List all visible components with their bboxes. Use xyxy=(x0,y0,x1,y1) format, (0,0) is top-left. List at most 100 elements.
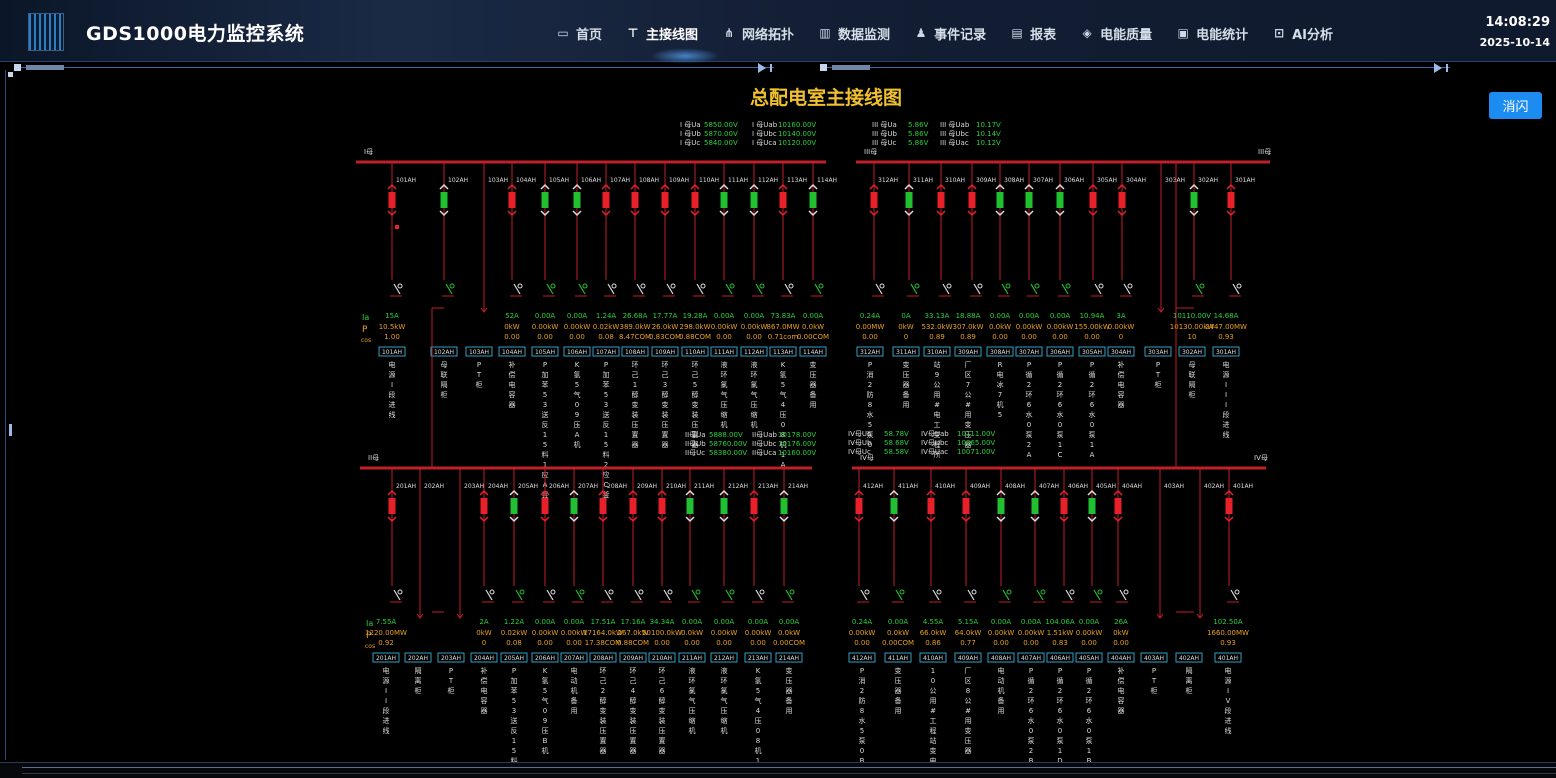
feeder-name-char: 偿 xyxy=(481,676,488,685)
feeder-cos: 0.71com xyxy=(768,333,799,341)
feeder-id-label: 103AH xyxy=(469,349,489,356)
feeder-name-char: 用 xyxy=(786,707,793,715)
top-header: GDS1000电力监控系统 ▭ 首页 ⊤ 主接线图 ⋔ 网络拓扑 ▥ 数据监测 ♟ 事件记录 ▤ 报表… xyxy=(0,0,1556,64)
feeder-name-char: 氢 xyxy=(542,676,549,685)
feeder-name-char: 柜 xyxy=(441,390,448,399)
nav-item-4[interactable]: ♟ 事件记录 xyxy=(914,22,986,44)
feeder-id: 113AH xyxy=(787,177,807,184)
feeder-name-char: 电 xyxy=(389,360,396,369)
earth-switch-pivot xyxy=(1234,589,1240,595)
feeder-name-char: 进 xyxy=(389,401,396,409)
feeder-name-char: C xyxy=(1058,451,1063,459)
feeder-103AH xyxy=(465,162,493,357)
feeder-name-char: 备 xyxy=(895,696,902,705)
earth-switch-pivot xyxy=(1236,283,1242,289)
scroll-right-arrow-icon[interactable] xyxy=(1434,63,1442,73)
feeder-power: 0.00MW xyxy=(856,323,885,331)
nav-item-3[interactable]: ▥ 数据监测 xyxy=(818,22,890,44)
flash-ack-button[interactable]: 消闪 xyxy=(1489,92,1542,119)
feeder-name-char: 9 xyxy=(575,411,579,419)
line-voltage-label: I 母Uca xyxy=(752,139,777,147)
feeder-name-char: 容 xyxy=(509,390,516,399)
feeder-name-char: 器 xyxy=(786,687,793,695)
feeder-ia: 17.16A xyxy=(621,618,646,626)
voltage-label: III 母Ua xyxy=(872,121,897,129)
feeder-name-char: 压 xyxy=(630,727,637,735)
nav-item-0[interactable]: ▭ 首页 xyxy=(556,22,602,44)
breaker-body xyxy=(573,192,581,208)
feeder-name-char: P xyxy=(1090,361,1094,369)
stats-icon: ▣ xyxy=(1177,26,1189,40)
feeder-ia: 26A xyxy=(1114,618,1128,626)
feeder-cos: 0.89 xyxy=(929,333,945,341)
feeder-ia: 0.00A xyxy=(1019,312,1040,320)
feeder-name-char: 1 xyxy=(1058,747,1062,755)
horizontal-scrollbar-right[interactable] xyxy=(820,63,1450,73)
feeder-name-char: P xyxy=(860,667,864,675)
feeder-cos: 0.00 xyxy=(992,333,1008,341)
nav-item-6[interactable]: ◈ 电能质量 xyxy=(1080,22,1152,44)
feeder-cos: 0.00COM xyxy=(773,639,805,647)
nav-item-1[interactable]: ⊤ 主接线图 xyxy=(626,22,699,44)
feeder-name-char: 压 xyxy=(903,371,910,379)
feeder-name-char: 气 xyxy=(542,696,549,705)
feeder-name-char: 液 xyxy=(721,360,728,369)
scrollbar-thumb[interactable] xyxy=(26,65,64,70)
feeder-name-char: 器 xyxy=(810,381,817,389)
feeder-id-label: 206AH xyxy=(535,655,555,662)
feeder-name-char: 柜 xyxy=(1151,686,1158,695)
feeder-name-char: 区 xyxy=(965,677,972,685)
feeder-name-char: 用 xyxy=(810,401,817,409)
feeder-name-char: 器 xyxy=(659,747,666,755)
active-tab-indicator xyxy=(650,48,720,64)
scroll-right-arrow-icon[interactable] xyxy=(758,63,766,73)
bottom-scrollbar[interactable] xyxy=(0,762,1556,778)
feeder-name-char: 线 xyxy=(1223,430,1230,439)
earth-switch-pivot xyxy=(729,589,735,595)
feeder-power: 1220.00MW xyxy=(365,629,407,637)
earth-switch xyxy=(725,283,733,295)
clock-date: 2025-10-14 xyxy=(1479,36,1550,49)
feeder-id: 104AH xyxy=(516,177,536,184)
line-voltage-label: II母Uab xyxy=(752,431,778,439)
feeder-name-char: I xyxy=(385,697,387,705)
feeder-name-char: 8 xyxy=(966,687,970,695)
horizontal-scrollbar-left[interactable] xyxy=(14,63,774,73)
feeder-name-char: 环 xyxy=(1089,391,1096,399)
feeder-cos: 0.00 xyxy=(684,639,700,647)
scrollbar-thumb[interactable] xyxy=(832,65,870,70)
feeder-power: 0.00kW xyxy=(745,629,772,637)
feeder-name-char: 7 xyxy=(998,391,1002,399)
feeder-id: 307AH xyxy=(1033,177,1053,184)
feeder-name-char: 器 xyxy=(903,381,910,389)
feeder-name-char: I xyxy=(1225,401,1227,409)
nav-item-8[interactable]: ⊡ AI分析 xyxy=(1272,22,1333,44)
feeder-id-label: 203AH xyxy=(441,655,461,662)
feeder-name-char: 泵 xyxy=(1089,431,1096,439)
feeder-name-char: 0 xyxy=(781,421,785,429)
feeder-name-char: K xyxy=(781,361,786,369)
feeder-id: 213AH xyxy=(758,483,778,490)
feeder-name-char: 4 xyxy=(781,401,786,409)
earth-switch-pivot xyxy=(1123,589,1129,595)
earth-switch xyxy=(1232,283,1240,295)
feeder-name-char: 水 xyxy=(1028,716,1035,725)
breaker-body xyxy=(905,192,913,208)
nav-item-7[interactable]: ▣ 电能统计 xyxy=(1176,22,1248,44)
feeder-id: 202AH xyxy=(424,483,444,490)
feeder-name-char: 环 xyxy=(1028,697,1035,705)
voltage-label: IV母Uc xyxy=(848,448,871,456)
nav-item-2[interactable]: ⋔ 网络拓扑 xyxy=(722,22,794,44)
earth-switch-pivot xyxy=(729,283,735,289)
breaker-body xyxy=(480,498,488,514)
feeder-id: 101AH xyxy=(396,177,416,184)
feeder-cos: 0.88COM xyxy=(679,333,711,341)
feeder-ia: 73.83A xyxy=(771,312,796,320)
feeder-name-char: 变 xyxy=(965,726,972,735)
feeder-id-label: 310AH xyxy=(927,349,947,356)
voltage-value: 5.86V xyxy=(908,121,929,129)
feeder-name-char: 泵 xyxy=(1026,431,1033,439)
feeder-name-char: 加 xyxy=(542,370,549,379)
nav-item-5[interactable]: ▤ 报表 xyxy=(1010,22,1056,44)
feeder-name-char: 环 xyxy=(721,371,728,379)
